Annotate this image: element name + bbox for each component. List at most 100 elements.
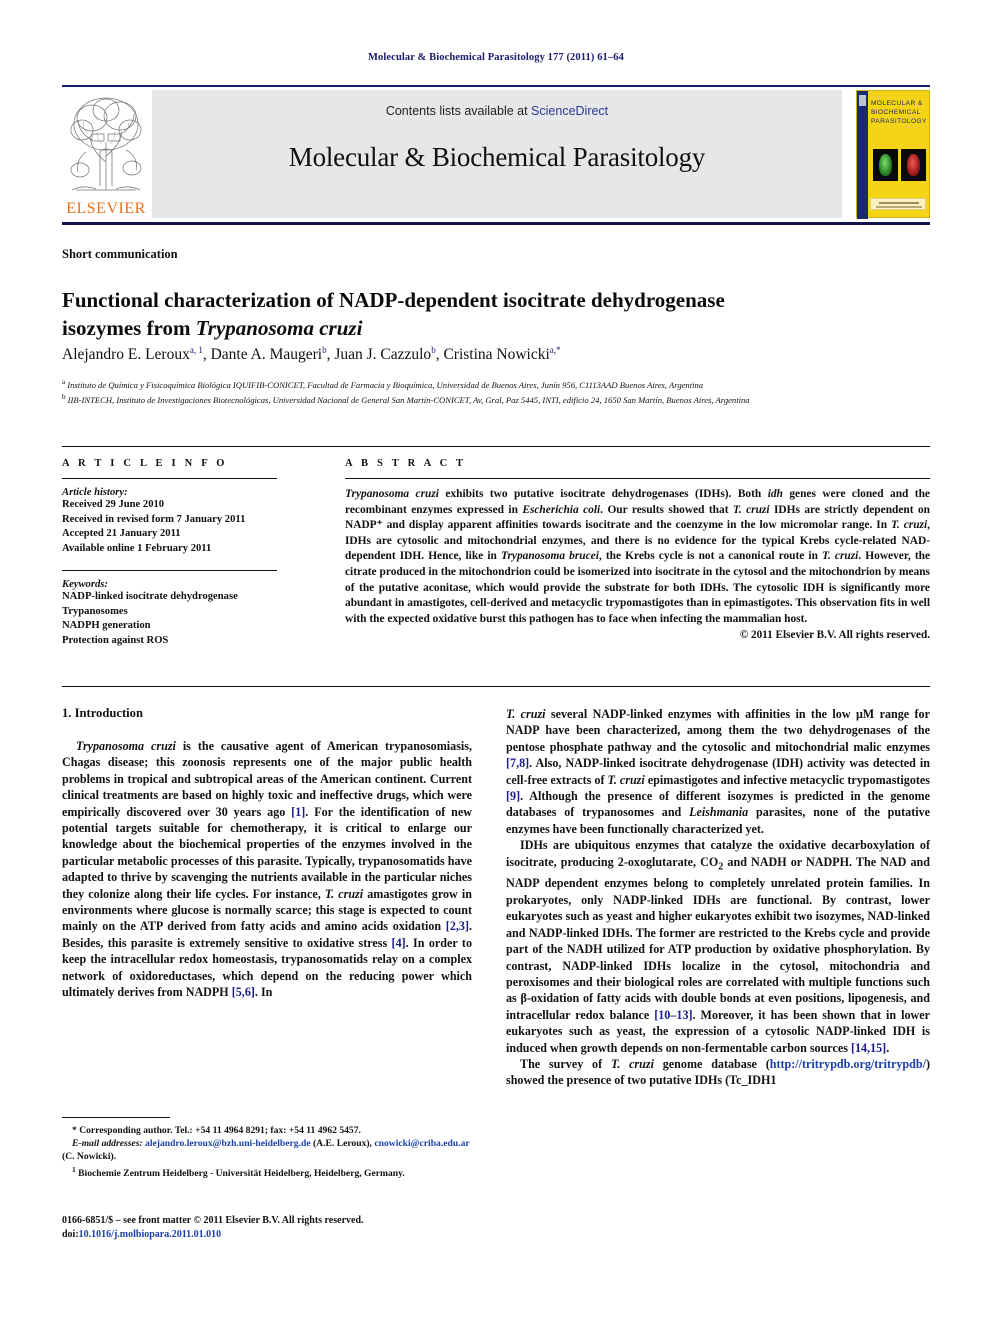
- abstract-label: A B S T R A C T: [345, 458, 467, 469]
- italic-term: T. cruzi: [610, 1056, 654, 1071]
- elsevier-wordmark: ELSEVIER: [66, 200, 146, 217]
- italic-term: Trypanosoma brucei: [500, 550, 599, 563]
- sciencedirect-link[interactable]: ScienceDirect: [531, 104, 608, 118]
- article-page: Molecular & Biochemical Parasitology 177…: [0, 0, 992, 1323]
- cover-microscopy-images: [873, 149, 927, 181]
- intro-paragraph-right-1: T. cruzi several NADP-linked enzymes wit…: [506, 706, 930, 837]
- cover-spine-mark: [859, 95, 866, 106]
- email-link-leroux[interactable]: alejandro.leroux@bzh.uni-heidelberg.de: [145, 1138, 311, 1149]
- external-url-link[interactable]: http://tritrypdb.org/tritrypdb/: [770, 1057, 926, 1071]
- author-separator: ,: [202, 346, 211, 364]
- article-history-label: Article history:: [62, 487, 128, 498]
- citation-reference[interactable]: [7,8]: [506, 756, 529, 770]
- elsevier-logo: ELSEVIER: [62, 90, 150, 218]
- body-column-right: T. cruzi several NADP-linked enzymes wit…: [506, 706, 930, 1089]
- cover-image-green: [873, 149, 898, 181]
- italic-term: T. cruzi: [324, 886, 364, 901]
- article-title-line2-prefix: isozymes from: [62, 316, 196, 341]
- email-addresses-note: E-mail addresses: alejandro.leroux@bzh.u…: [62, 1137, 472, 1163]
- keyword-lines: NADP-linked isocitrate dehydrogenase Tryp…: [62, 590, 327, 648]
- citation-reference[interactable]: [2,3]: [446, 919, 469, 933]
- cover-spine: [857, 91, 868, 219]
- article-history-lines: Received 29 June 2010 Received in revised…: [62, 498, 327, 556]
- article-info-rule: [62, 478, 277, 479]
- body-text: epimastigotes and infective metacyclic t…: [644, 772, 930, 787]
- italic-term: Trypanosoma cruzi: [76, 739, 176, 753]
- author-affiliation-marker: a,*: [549, 345, 561, 355]
- body-text: and NADH or NADPH. The NAD and NADP depe…: [506, 854, 930, 1022]
- italic-term: Leishmania: [689, 805, 749, 820]
- author-name: Dante A. Maugeri: [210, 346, 323, 364]
- email-owner-nowicki: (C. Nowicki).: [62, 1151, 117, 1162]
- body-text: . Our results showed that: [600, 503, 733, 516]
- italic-term: Escherichia coli: [522, 503, 601, 516]
- elsevier-tree-icon: [70, 97, 142, 191]
- keyword-item[interactable]: NADPH generation: [62, 619, 327, 634]
- doi-line: doi:10.1016/j.molbiopara.2011.01.010: [62, 1228, 492, 1242]
- author-name: Juan J. Cazzulo: [334, 346, 432, 364]
- article-title-line1: Functional characterization of NADP-depe…: [62, 288, 725, 313]
- italic-term: T. cruzi: [822, 550, 859, 563]
- keyword-item[interactable]: NADP-linked isocitrate dehydrogenase: [62, 590, 327, 605]
- present-address-text: Biochemie Zentrum Heidelberg - Universit…: [75, 1168, 405, 1180]
- article-info-label: A R T I C L E I N F O: [62, 458, 228, 469]
- footnote-rule: [62, 1117, 170, 1118]
- body-column-left: 1. Introduction Trypanosoma cruzi is the…: [62, 706, 472, 1001]
- body-text: exhibits two putative isocitrate dehydro…: [438, 488, 768, 500]
- article-title: Functional characterization of NADP-depe…: [62, 286, 892, 342]
- abstract-text: Trypanosoma cruzi exhibits two putative …: [345, 487, 930, 627]
- italic-term: T. cruzi: [891, 519, 928, 532]
- intro-paragraph-right-2: IDHs are ubiquitous enzymes that catalyz…: [506, 837, 930, 1056]
- citation-reference[interactable]: [14,15]: [851, 1041, 886, 1055]
- body-text: .: [886, 1040, 890, 1055]
- keyword-item[interactable]: Protection against ROS: [62, 634, 327, 649]
- body-text: several NADP-linked enzymes with affinit…: [506, 707, 930, 754]
- italic-term: T. cruzi: [607, 772, 645, 787]
- author-affiliation-marker: a, 1: [189, 345, 203, 355]
- cover-title: MOLECULAR & BIOCHEMICAL PARASITOLOGY: [871, 100, 927, 125]
- running-head: Molecular & Biochemical Parasitology 177…: [368, 52, 624, 63]
- keywords-rule: [62, 570, 277, 571]
- cover-image-red: [901, 149, 926, 181]
- body-text: , the Krebs cycle is not a canonical rou…: [598, 550, 823, 563]
- article-history-item: Available online 1 February 2011: [62, 542, 212, 554]
- affiliation-text: Instituto de Química y Fisicoquímica Bio…: [65, 379, 704, 390]
- body-text: The survey of: [520, 1056, 611, 1071]
- citation-reference[interactable]: [10–13]: [654, 1008, 692, 1022]
- contents-available-line: Contents lists available at ScienceDirec…: [152, 104, 842, 118]
- author-list: Alejandro E. Lerouxa, 1, Dante A. Mauger…: [62, 345, 912, 364]
- email-addresses-label: E-mail addresses:: [72, 1138, 143, 1149]
- footnotes: * Corresponding author. Tel.: +54 11 496…: [62, 1124, 472, 1180]
- journal-title: Molecular & Biochemical Parasitology: [288, 142, 706, 172]
- italic-term: idh: [767, 488, 783, 500]
- affiliation-text: IIB-INTECH, Instituto de Investigaciones…: [65, 395, 750, 406]
- document-type: Short communication: [62, 247, 178, 261]
- abstract-copyright: © 2011 Elsevier B.V. All rights reserved…: [739, 629, 930, 642]
- doi-value[interactable]: 10.1016/j.molbiopara.2011.01.010: [79, 1229, 222, 1240]
- citation-reference[interactable]: [1]: [291, 805, 305, 819]
- abstract-rule: [345, 478, 930, 479]
- journal-cover-thumbnail[interactable]: MOLECULAR & BIOCHEMICAL PARASITOLOGY: [856, 90, 930, 219]
- italic-term: Trypanosoma cruzi: [345, 488, 439, 500]
- article-info-column: A R T I C L E I N F O Article history: R…: [62, 458, 327, 648]
- masthead-bottom-rule: [62, 222, 930, 225]
- cover-footer-band: [870, 198, 926, 210]
- affiliation-list: a Instituto de Química y Fisicoquímica B…: [62, 376, 930, 407]
- section-heading-introduction: 1. Introduction: [62, 706, 143, 720]
- email-link-nowicki[interactable]: cnowicki@criba.edu.ar: [374, 1138, 469, 1149]
- info-block-top-rule: [62, 446, 930, 447]
- italic-term: T. cruzi: [732, 503, 770, 516]
- intro-paragraph-right-3: The survey of T. cruzi genome database (…: [506, 1056, 930, 1089]
- keyword-item[interactable]: Trypanosomes: [62, 605, 327, 620]
- contents-prefix: Contents lists available at: [385, 104, 532, 118]
- email-owner-leroux: (A.E. Leroux),: [310, 1138, 372, 1149]
- body-text: . In: [254, 985, 273, 1000]
- doi-label: doi:: [62, 1229, 79, 1240]
- citation-reference[interactable]: [5,6]: [232, 985, 255, 999]
- italic-term: T. cruzi: [506, 707, 546, 721]
- citation-reference[interactable]: [9]: [506, 789, 520, 803]
- citation-reference[interactable]: [4]: [392, 936, 406, 950]
- corresponding-author-note: * Corresponding author. Tel.: +54 11 496…: [72, 1125, 361, 1136]
- intro-paragraph-left: Trypanosoma cruzi is the causative agent…: [62, 738, 472, 1001]
- author-name: Cristina Nowicki: [443, 346, 550, 364]
